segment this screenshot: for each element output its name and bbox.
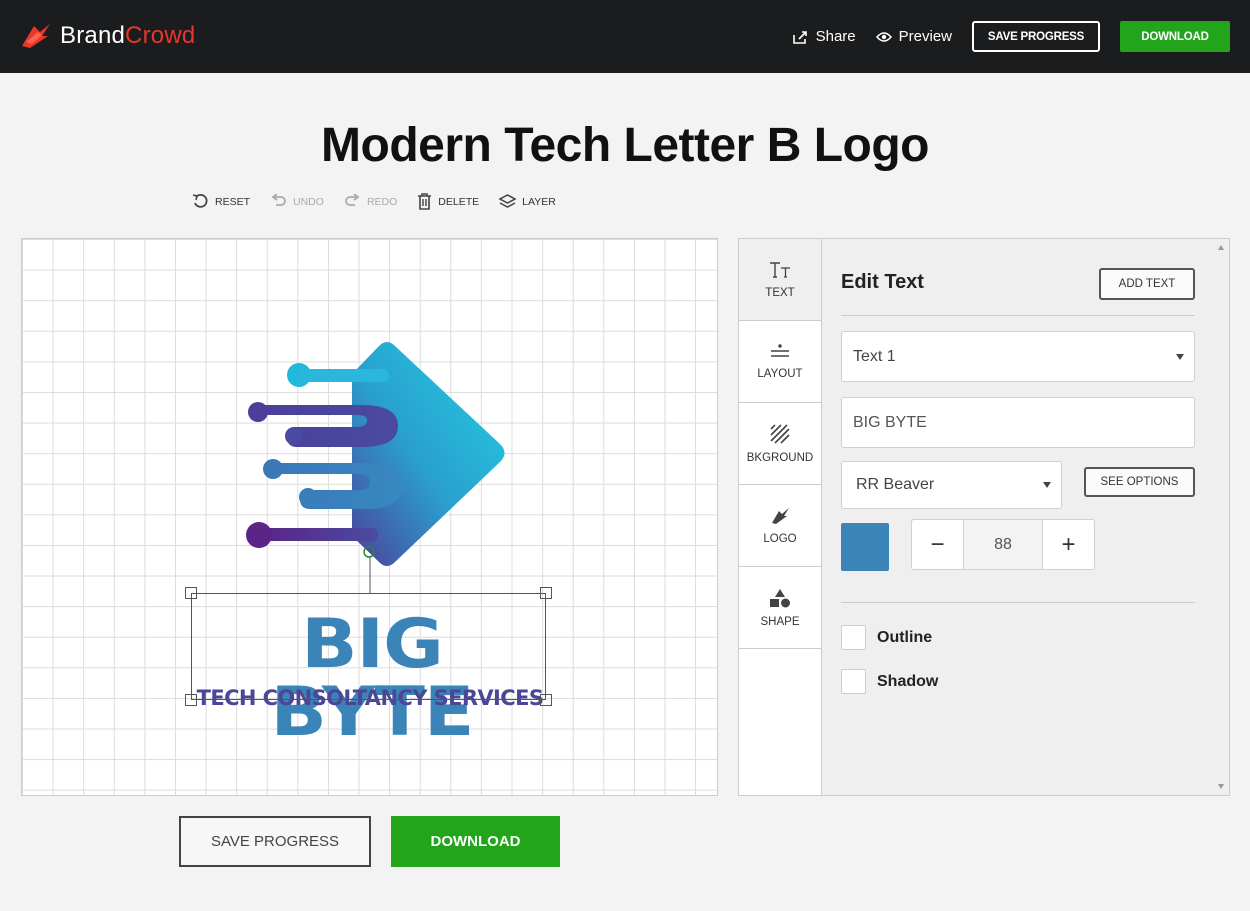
text-layer-select[interactable]: Text 1 <box>841 331 1195 382</box>
resize-handle-bottom-left[interactable] <box>185 694 197 706</box>
reset-label: RESET <box>215 195 251 208</box>
tab-layout[interactable]: LAYOUT <box>739 321 821 403</box>
text-layer-select-value: Text 1 <box>853 347 896 365</box>
preview-label: Preview <box>898 28 952 45</box>
tab-logo[interactable]: LOGO <box>739 485 821 567</box>
tab-background-label: BKGROUND <box>746 451 814 464</box>
undo-button[interactable]: UNDO <box>270 194 324 209</box>
brand-name-part2: Crowd <box>125 22 196 49</box>
layer-label: LAYER <box>522 195 556 208</box>
text-content-input[interactable] <box>841 397 1195 448</box>
page-title: Modern Tech Letter B Logo <box>321 119 929 172</box>
outline-checkbox[interactable] <box>841 625 866 650</box>
resize-handle-top-right[interactable] <box>540 587 552 599</box>
selection-box[interactable] <box>191 593 546 700</box>
font-size-value[interactable]: 88 <box>963 520 1043 569</box>
tab-text[interactable]: TEXT <box>739 239 821 321</box>
share-link[interactable]: Share <box>792 28 856 45</box>
edit-panel: TEXT LAYOUT BKGROUND LOGO SHAPE Edit Tex… <box>738 238 1230 796</box>
layout-icon <box>771 343 789 357</box>
save-progress-button[interactable]: SAVE PROGRESS <box>179 816 371 867</box>
preview-link[interactable]: Preview <box>875 28 952 45</box>
see-options-button[interactable]: SEE OPTIONS <box>1084 467 1195 497</box>
tab-shape-label: SHAPE <box>760 615 800 628</box>
brand-name-part1: Brand <box>60 22 126 49</box>
decrease-size-button[interactable]: − <box>912 520 963 569</box>
shadow-option[interactable]: Shadow <box>841 669 938 694</box>
scroll-up-arrow-icon[interactable] <box>1218 245 1224 250</box>
header-actions: Share Preview SAVE PROGRESS DOWNLOAD <box>792 21 1230 52</box>
panel-tabs: TEXT LAYOUT BKGROUND LOGO SHAPE <box>739 239 822 795</box>
shapes-icon <box>770 588 790 607</box>
save-progress-button-top[interactable]: SAVE PROGRESS <box>972 21 1100 52</box>
brand-name: BrandCrowd <box>60 22 195 50</box>
chevron-down-icon <box>1043 482 1051 488</box>
delete-button[interactable]: DELETE <box>417 193 479 210</box>
logo-icon <box>772 507 789 524</box>
download-button[interactable]: DOWNLOAD <box>391 816 560 867</box>
font-size-stepper: − 88 + <box>911 519 1095 570</box>
brandcrowd-mark-icon <box>22 24 50 48</box>
download-button-top[interactable]: DOWNLOAD <box>1120 21 1230 52</box>
top-bar: BrandCrowd Share Preview SAVE PROGRESS D… <box>0 0 1250 73</box>
tab-shape[interactable]: SHAPE <box>739 567 821 649</box>
divider <box>841 602 1195 603</box>
eye-icon <box>875 31 892 42</box>
increase-size-button[interactable]: + <box>1043 520 1094 569</box>
resize-handle-top-left[interactable] <box>185 587 197 599</box>
resize-handle-bottom-right[interactable] <box>540 694 552 706</box>
trash-icon <box>418 193 432 210</box>
redo-label: REDO <box>366 195 398 208</box>
shadow-checkbox[interactable] <box>841 669 866 694</box>
reset-button[interactable]: RESET <box>192 193 250 210</box>
delete-label: DELETE <box>438 195 480 208</box>
undo-icon <box>271 194 286 206</box>
layer-button[interactable]: LAYER <box>499 194 556 209</box>
font-select-value: RR Beaver <box>856 476 935 493</box>
outline-option[interactable]: Outline <box>841 625 932 650</box>
outline-label: Outline <box>877 628 933 646</box>
edit-text-title: Edit Text <box>841 271 924 293</box>
chevron-down-icon <box>1176 353 1184 360</box>
text-size-icon <box>770 261 790 278</box>
add-text-button[interactable]: ADD TEXT <box>1099 268 1195 300</box>
redo-icon <box>345 194 360 206</box>
text-color-swatch[interactable] <box>841 523 889 571</box>
share-label: Share <box>815 28 856 45</box>
layers-icon <box>499 194 517 208</box>
redo-button[interactable]: REDO <box>344 194 397 209</box>
tab-layout-label: LAYOUT <box>757 367 803 380</box>
share-icon <box>792 30 807 44</box>
reset-icon <box>192 193 208 208</box>
tab-logo-label: LOGO <box>763 532 797 545</box>
undo-label: UNDO <box>293 195 324 208</box>
shadow-label: Shadow <box>877 672 939 690</box>
tab-background[interactable]: BKGROUND <box>739 403 821 485</box>
scroll-down-arrow-icon[interactable] <box>1218 784 1224 789</box>
divider <box>841 315 1195 316</box>
tab-text-label: TEXT <box>765 286 795 299</box>
font-select[interactable]: RR Beaver <box>841 461 1062 509</box>
editor-toolbar: RESET UNDO REDO DELETE LAYER <box>192 193 576 210</box>
background-icon <box>770 423 790 444</box>
brand-logo[interactable]: BrandCrowd <box>20 22 195 50</box>
edit-text-section: Edit Text ADD TEXT Text 1 RR Beaver SEE … <box>841 239 1195 795</box>
